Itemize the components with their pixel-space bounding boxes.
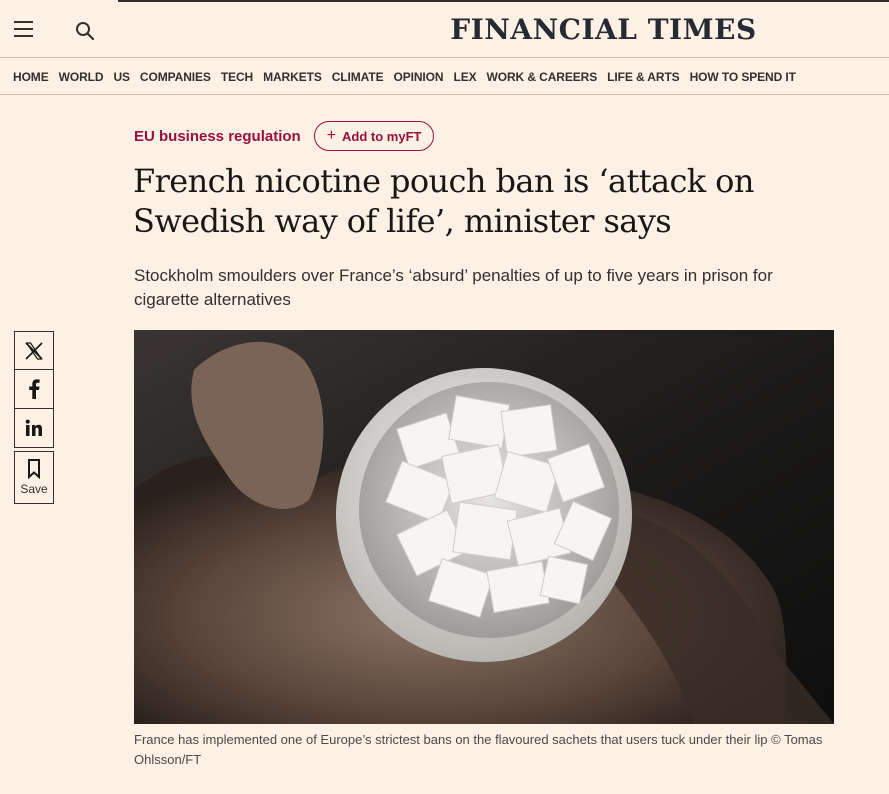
main-navigation: HOME WORLD US COMPANIES TECH MARKETS CLI…: [0, 59, 889, 95]
nav-item-companies[interactable]: COMPANIES: [140, 70, 211, 84]
article-main-image: [134, 330, 834, 724]
topic-link[interactable]: EU business regulation: [134, 128, 301, 145]
share-x-button[interactable]: [14, 331, 54, 370]
nav-item-tech[interactable]: TECH: [221, 70, 253, 84]
nav-item-us[interactable]: US: [113, 70, 130, 84]
bookmark-icon: [28, 459, 40, 479]
nav-item-work-careers[interactable]: WORK & CAREERS: [487, 70, 598, 84]
share-linkedin-button[interactable]: [14, 409, 54, 448]
topic-row: EU business regulation + Add to myFT: [134, 121, 435, 151]
ft-logo[interactable]: FINANCIAL TIMES: [0, 13, 889, 46]
save-label: Save: [20, 482, 48, 496]
nav-item-life-arts[interactable]: LIFE & ARTS: [607, 70, 680, 84]
x-icon: [25, 341, 43, 360]
nav-item-climate[interactable]: CLIMATE: [332, 70, 384, 84]
nav-item-world[interactable]: WORLD: [59, 70, 104, 84]
article-headline: French nicotine pouch ban is ‘attack on …: [133, 162, 754, 240]
add-to-myft-label: Add to myFT: [342, 128, 422, 144]
article-standfirst: Stockholm smoulders over France’s ‘absur…: [134, 266, 773, 309]
share-toolbar: Save: [14, 331, 54, 504]
image-caption: France has implemented one of Europe’s s…: [134, 732, 823, 767]
share-facebook-button[interactable]: [14, 370, 54, 409]
nav-item-lex[interactable]: LEX: [453, 70, 476, 84]
nav-item-how-to-spend-it[interactable]: HOW TO SPEND IT: [690, 70, 796, 84]
plus-icon: +: [326, 127, 337, 144]
add-to-myft-button[interactable]: + Add to myFT: [313, 121, 435, 151]
save-article-button[interactable]: Save: [14, 451, 54, 504]
nav-item-home[interactable]: HOME: [13, 70, 49, 84]
linkedin-icon: [25, 419, 42, 436]
site-header: FINANCIAL TIMES: [0, 2, 889, 58]
nav-item-markets[interactable]: MARKETS: [263, 70, 322, 84]
nav-item-opinion[interactable]: OPINION: [393, 70, 443, 84]
facebook-icon: [29, 379, 40, 399]
